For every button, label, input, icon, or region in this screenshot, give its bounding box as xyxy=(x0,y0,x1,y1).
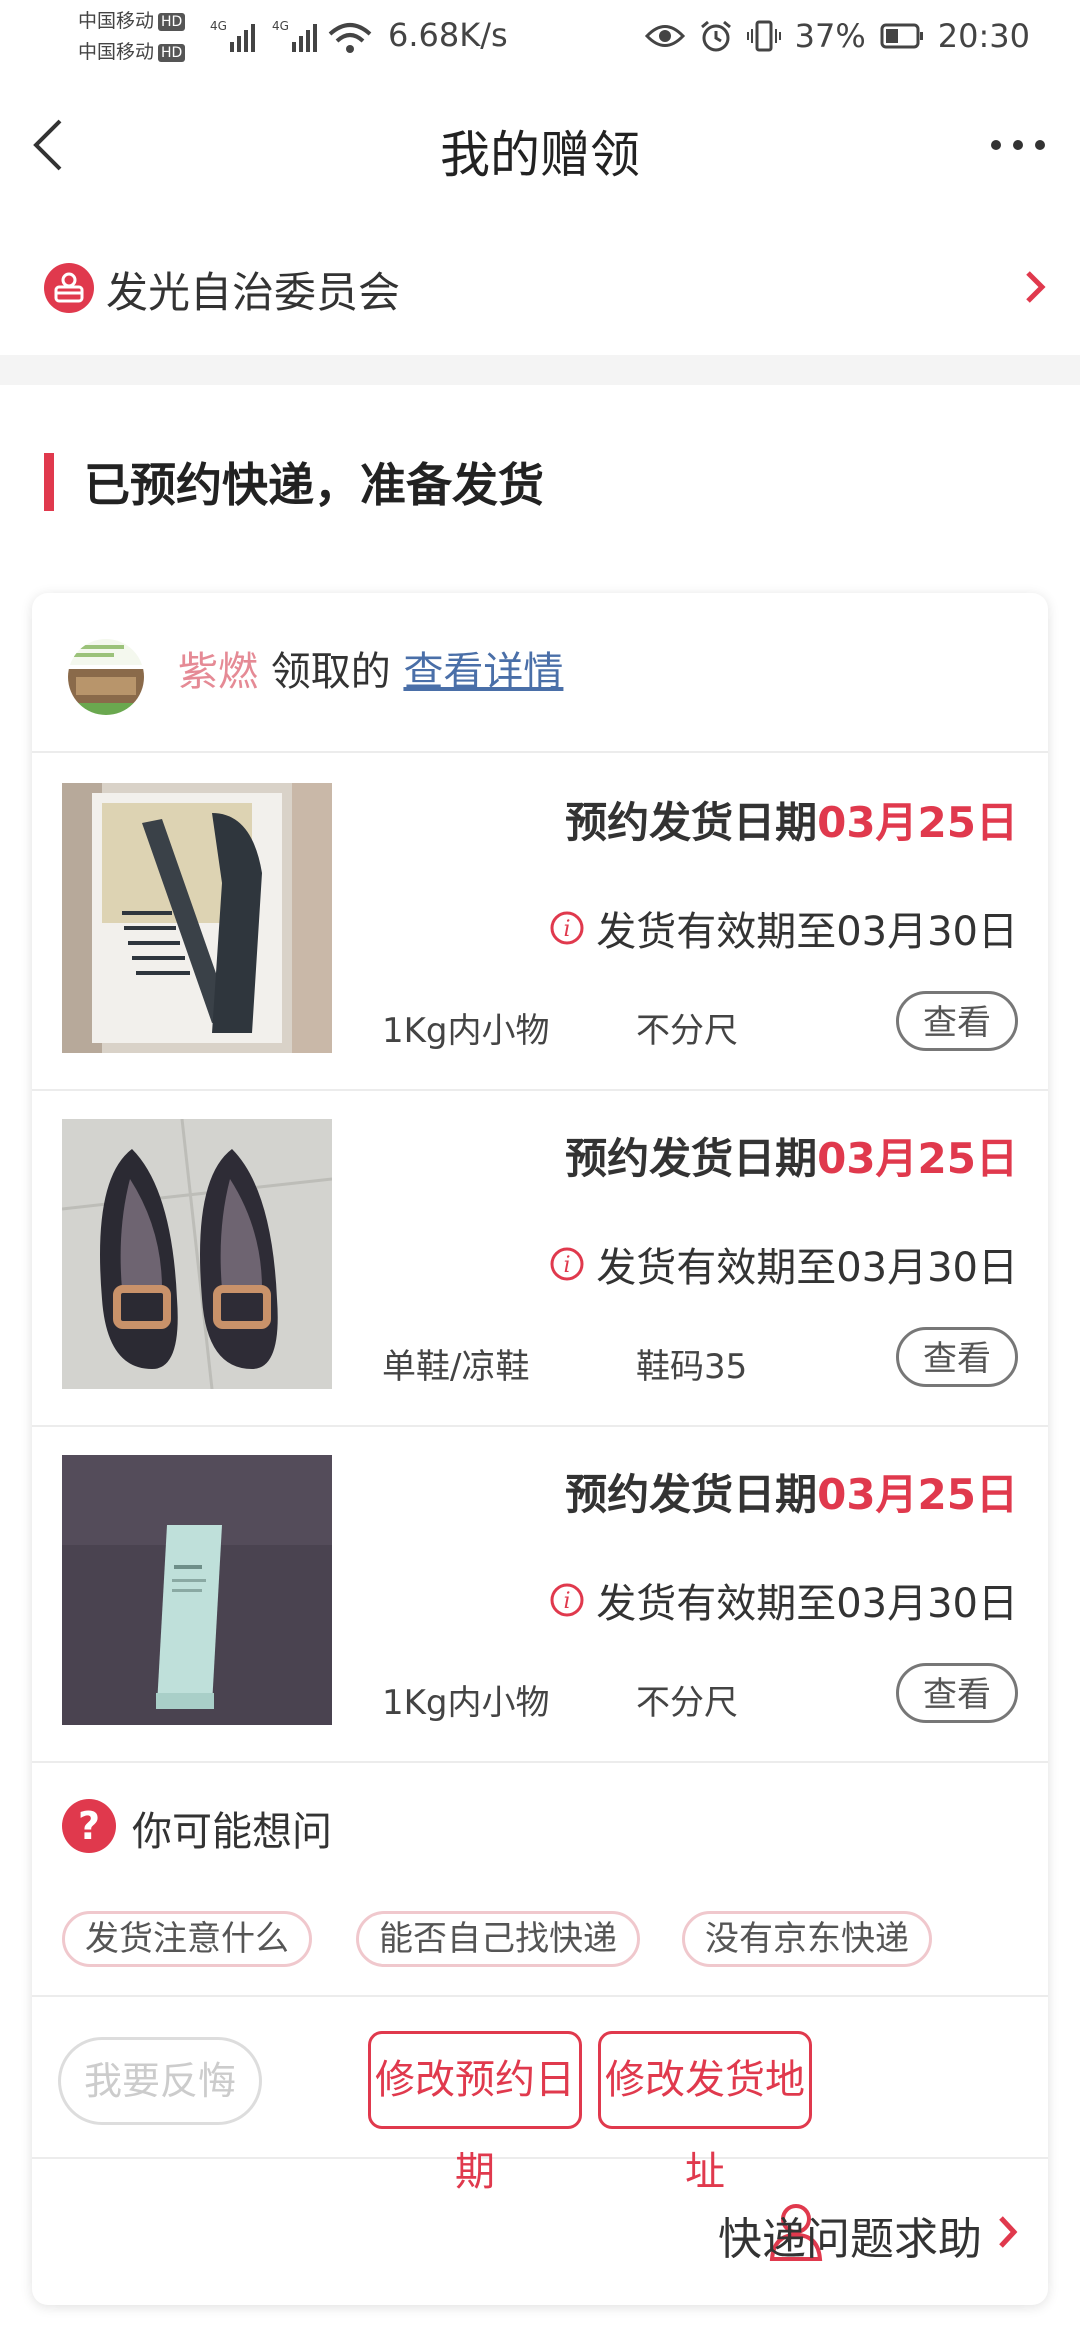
validity-text: 发货有效期至03月30日 xyxy=(596,1581,1018,1627)
item-photo-tube xyxy=(62,1455,332,1725)
modify-address-button[interactable]: 修改发货地址 xyxy=(598,2031,812,2195)
hd-badge: HD xyxy=(158,12,186,31)
order-section: 已预约快递，准备发货 紫燃 领取的 查看详情 预约发货日期03月25日 i 发货… xyxy=(0,385,1080,2340)
validity-text: 发货有效期至03月30日 xyxy=(596,909,1018,955)
battery-icon xyxy=(880,23,923,49)
validity-info: i 发货有效期至03月30日 xyxy=(550,1235,1018,1293)
scheduled-ship-date: 预约发货日期03月25日 xyxy=(565,1461,1018,1522)
courier-help-row[interactable]: 快递问题求助 xyxy=(32,2159,1048,2305)
vibrate-icon xyxy=(746,20,781,52)
scheduled-ship-date: 预约发货日期03月25日 xyxy=(565,1125,1018,1186)
status-icons: 37% 20:30 xyxy=(644,14,1030,58)
claim-info: 紫燃 领取的 查看详情 xyxy=(178,639,563,697)
hd-badge: HD xyxy=(158,43,186,62)
validity-text: 发货有效期至03月30日 xyxy=(596,1245,1018,1291)
list-item[interactable]: 预约发货日期03月25日 i 发货有效期至03月30日 1Kg内小物 不分尺 查… xyxy=(32,1425,1048,1763)
svg-text:4G: 4G xyxy=(210,19,227,33)
more-icon[interactable] xyxy=(988,133,1048,157)
status-bar: 中国移动 HD 中国移动 HD 4G 4G 6.68K/s 37% 20:30 xyxy=(0,0,1080,75)
svg-text:i: i xyxy=(564,917,571,942)
view-detail-link[interactable]: 查看详情 xyxy=(403,649,563,695)
item-category: 1Kg内小物 xyxy=(382,1683,550,1723)
faq-chip-shipping-notes[interactable]: 发货注意什么 xyxy=(62,1911,312,1967)
claimer-name[interactable]: 紫燃 xyxy=(178,649,258,695)
claimed-text: 领取的 xyxy=(270,649,391,695)
view-button[interactable]: 查看 xyxy=(896,1327,1018,1387)
action-buttons: 我要反悔 修改预约日期 修改发货地址 xyxy=(32,1997,1048,2195)
date-label: 预约发货日期 xyxy=(565,1134,818,1183)
chevron-right-icon xyxy=(999,2216,1018,2248)
app-bar: 我的赠领 xyxy=(0,75,1080,215)
shop-icon xyxy=(44,263,94,313)
battery-percent: 37% xyxy=(794,17,866,55)
date-value: 03月25日 xyxy=(817,1470,1018,1519)
shop-name: 发光自治委员会 xyxy=(106,268,401,317)
regret-button[interactable]: 我要反悔 xyxy=(58,2037,262,2125)
list-item[interactable]: 预约发货日期03月25日 i 发货有效期至03月30日 1Kg内小物 不分尺 查… xyxy=(32,753,1048,1091)
validity-info: i 发货有效期至03月30日 xyxy=(550,1571,1018,1629)
alarm-icon xyxy=(700,20,731,52)
svg-text:?: ? xyxy=(78,1804,100,1848)
order-card: 紫燃 领取的 查看详情 预约发货日期03月25日 i 发货有效期至03月30日 xyxy=(32,593,1048,2305)
item-category: 1Kg内小物 xyxy=(382,1011,550,1051)
modify-date-button[interactable]: 修改预约日期 xyxy=(368,2031,582,2195)
scheduled-ship-date: 预约发货日期03月25日 xyxy=(565,789,1018,850)
svg-text:i: i xyxy=(564,1589,571,1614)
card-header: 紫燃 领取的 查看详情 xyxy=(32,593,1048,753)
item-size: 不分尺 xyxy=(636,1011,738,1051)
signal-icon: 4G 4G xyxy=(210,19,372,53)
shop-row[interactable]: 发光自治委员会 xyxy=(0,215,1080,355)
carrier-1: 中国移动 xyxy=(78,10,155,32)
date-label: 预约发货日期 xyxy=(565,1470,818,1519)
list-item[interactable]: 预约发货日期03月25日 i 发货有效期至03月30日 单鞋/凉鞋 鞋码35 查… xyxy=(32,1089,1048,1427)
validity-info: i 发货有效期至03月30日 xyxy=(550,899,1018,957)
chevron-right-icon xyxy=(1026,271,1046,303)
view-button[interactable]: 查看 xyxy=(896,991,1018,1051)
item-photo-combs xyxy=(62,783,332,1053)
courier-help-label: 快递问题求助 xyxy=(718,2214,982,2265)
view-button[interactable]: 查看 xyxy=(896,1663,1018,1723)
carrier-2: 中国移动 xyxy=(78,41,155,63)
faq-chip-no-jd-courier[interactable]: 没有京东快递 xyxy=(682,1911,932,1967)
date-label: 预约发货日期 xyxy=(565,798,818,847)
section-title: 已预约快递，准备发货 xyxy=(84,458,544,512)
item-category: 单鞋/凉鞋 xyxy=(382,1347,530,1387)
date-value: 03月25日 xyxy=(817,1134,1018,1183)
net-speed: 6.68K/s xyxy=(388,16,508,54)
clock: 20:30 xyxy=(937,17,1030,55)
eye-icon xyxy=(644,25,685,47)
info-icon: i xyxy=(550,911,584,945)
avatar xyxy=(68,639,144,715)
faq-title: 你可能想问 xyxy=(132,1809,332,1855)
svg-text:4G: 4G xyxy=(272,19,289,33)
item-photo-shoes xyxy=(62,1119,332,1389)
question-icon: ? xyxy=(62,1799,116,1853)
faq-chip-own-courier[interactable]: 能否自己找快递 xyxy=(356,1911,640,1967)
section-accent-bar xyxy=(44,453,54,511)
item-size: 不分尺 xyxy=(636,1683,738,1723)
info-icon: i xyxy=(550,1583,584,1617)
faq-section: ? 你可能想问 发货注意什么 能否自己找快递 没有京东快递 xyxy=(32,1759,1048,1997)
svg-text:i: i xyxy=(564,1253,571,1278)
date-value: 03月25日 xyxy=(817,798,1018,847)
info-icon: i xyxy=(550,1247,584,1281)
carrier-labels: 中国移动 HD 中国移动 HD xyxy=(78,6,186,68)
item-size: 鞋码35 xyxy=(636,1347,748,1387)
page-title: 我的赠领 xyxy=(440,126,640,184)
